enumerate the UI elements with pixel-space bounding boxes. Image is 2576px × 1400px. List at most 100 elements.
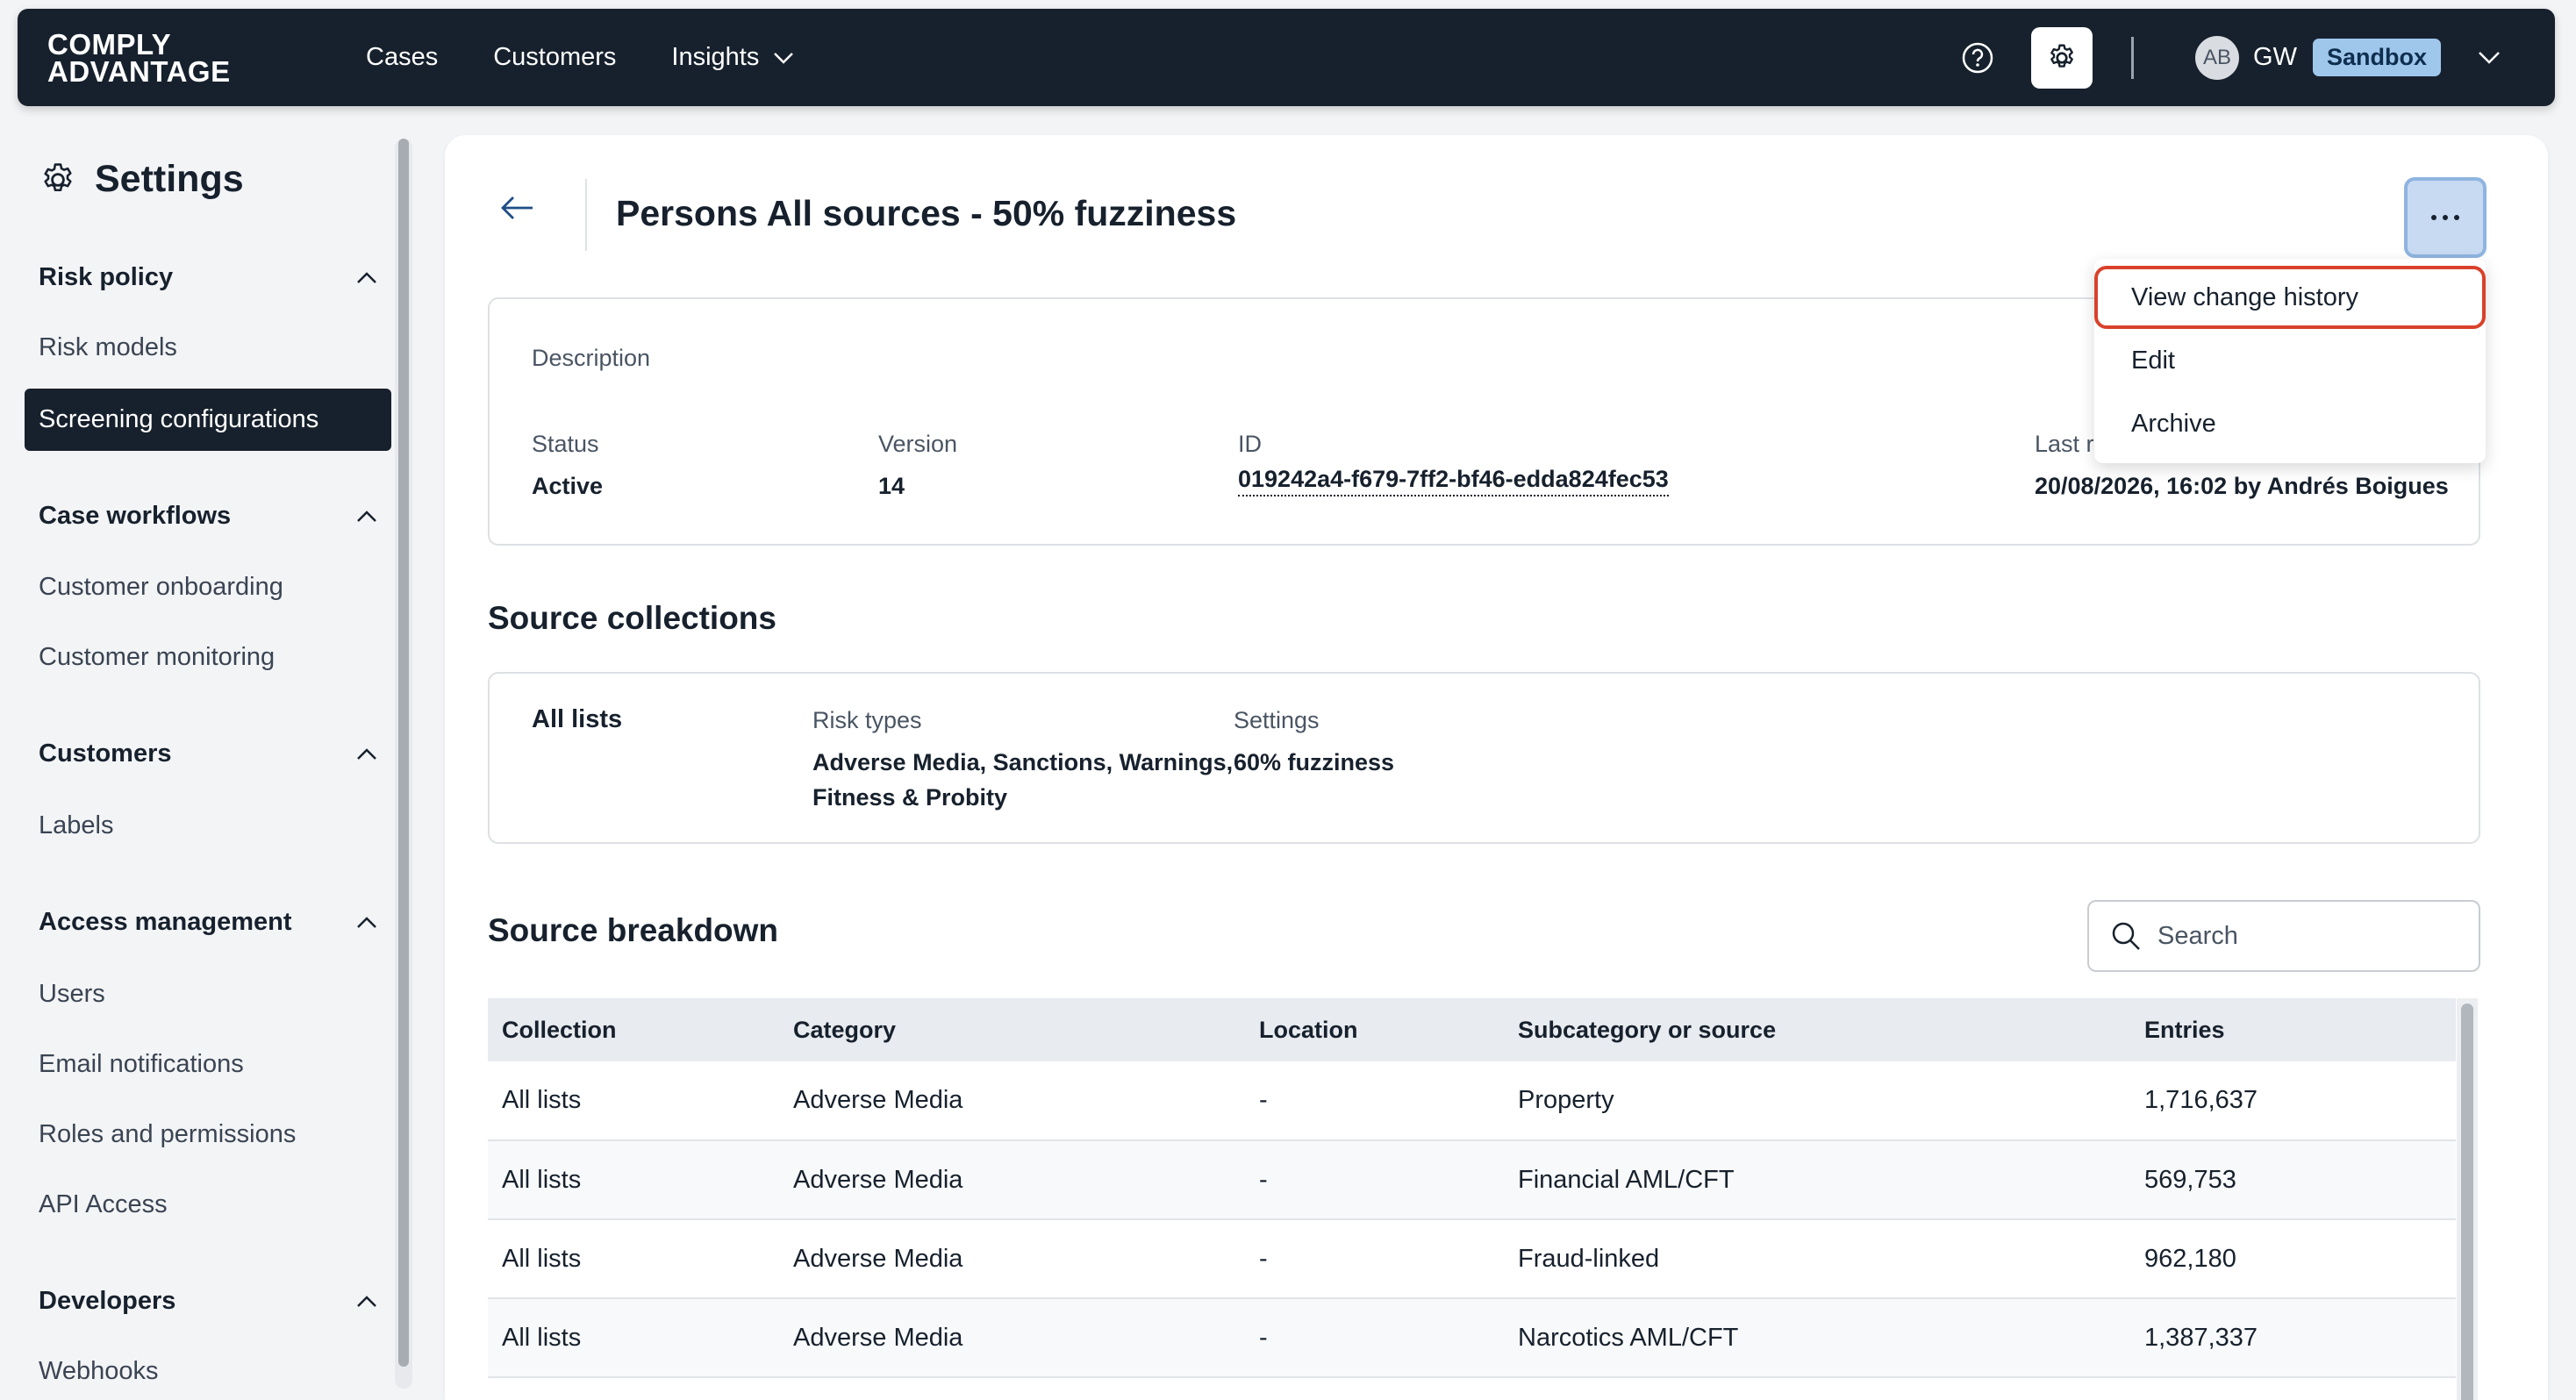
section-risk-policy[interactable]: Risk policy: [39, 263, 377, 292]
table-row[interactable]: All lists Adverse Media - Fraud-linked 9…: [488, 1219, 2456, 1299]
risk-types-value-line-1: Adverse Media, Sanctions, Warnings,: [812, 749, 1234, 775]
cell-collection: All lists: [488, 1140, 779, 1220]
source-collections-title: Source collections: [488, 600, 776, 636]
menu-item-archive[interactable]: Archive: [2094, 392, 2486, 455]
section-label: Access management: [39, 908, 292, 936]
sidebar-item-risk-models[interactable]: Risk models: [39, 333, 177, 362]
status-label: Status: [532, 431, 599, 457]
cell-category: Adverse Media: [779, 1061, 1245, 1141]
user-initials[interactable]: GW: [2253, 43, 2297, 72]
sidebar-item-roles-and-permissions[interactable]: Roles and permissions: [39, 1120, 296, 1149]
search-field[interactable]: [2087, 900, 2480, 972]
table-scrollbar-thumb[interactable]: [2461, 1004, 2473, 1400]
table-row[interactable]: All lists Adverse Media - Narcotics AML/…: [488, 1298, 2456, 1378]
comply-advantage-logo[interactable]: COMPLY ADVANTAGE: [47, 27, 311, 86]
sidebar-item-email-notifications[interactable]: Email notifications: [39, 1050, 244, 1079]
top-navigation-bar: COMPLY ADVANTAGE Cases Customers Insight…: [18, 9, 2555, 106]
settings-heading: Settings: [39, 158, 244, 201]
cell-category: Adverse Media: [779, 1140, 1245, 1220]
section-label: Risk policy: [39, 263, 174, 291]
help-icon[interactable]: [1959, 39, 1996, 76]
gear-icon: [2050, 44, 2073, 68]
sidebar-item-webhooks[interactable]: Webhooks: [39, 1357, 159, 1386]
section-label: Case workflows: [39, 502, 232, 530]
cell-location: -: [1245, 1298, 1504, 1378]
cell-category: Adverse Media: [779, 1298, 1245, 1378]
nav-link-insights-label: Insights: [671, 43, 760, 71]
column-header-collection[interactable]: Collection: [488, 998, 779, 1061]
configuration-id-link[interactable]: 019242a4-f679-7ff2-bf46-edda824fec53: [1238, 466, 1669, 496]
last-modified-label: Last r: [2035, 431, 2094, 457]
column-header-entries[interactable]: Entries: [2130, 998, 2456, 1061]
search-input[interactable]: [2157, 921, 2456, 951]
description-label: Description: [532, 345, 651, 371]
title-divider: [585, 179, 587, 251]
nav-link-customers[interactable]: Customers: [493, 43, 616, 72]
source-breakdown-table: Collection Category Location Subcategory…: [488, 998, 2456, 1378]
settings-button[interactable]: [2031, 26, 2093, 89]
more-actions-button[interactable]: [2404, 177, 2487, 258]
cell-subcategory: Property: [1504, 1061, 2130, 1141]
section-access-management[interactable]: Access management: [39, 908, 377, 937]
chevron-up-icon: [357, 510, 376, 522]
cell-collection: All lists: [488, 1298, 779, 1378]
main-content: Persons All sources - 50% fuzziness Desc…: [445, 135, 2548, 1400]
more-actions-menu: View change history Edit Archive: [2094, 259, 2486, 463]
section-developers[interactable]: Developers: [39, 1287, 377, 1316]
menu-item-edit[interactable]: Edit: [2094, 329, 2486, 392]
nav-divider: [2131, 36, 2135, 79]
avatar[interactable]: AB: [2195, 35, 2240, 80]
menu-item-view-change-history[interactable]: View change history: [2094, 266, 2486, 329]
environment-badge: Sandbox: [2312, 39, 2441, 76]
section-case-workflows[interactable]: Case workflows: [39, 502, 377, 531]
back-arrow-icon[interactable]: [499, 195, 534, 225]
sidebar-scrollbar-thumb[interactable]: [398, 139, 409, 1367]
collection-name: All lists: [532, 705, 623, 733]
logo-line-1: COMPLY: [47, 27, 172, 61]
account-menu-chevron-down-icon[interactable]: [2478, 51, 2501, 65]
settings-value: 60% fuzziness: [1234, 749, 1395, 775]
search-icon: [2112, 922, 2140, 950]
settings-title-text: Settings: [95, 158, 244, 200]
cell-entries: 962,180: [2130, 1219, 2456, 1299]
column-header-location[interactable]: Location: [1245, 998, 1504, 1061]
sidebar-item-customer-onboarding[interactable]: Customer onboarding: [39, 573, 283, 602]
column-header-subcategory[interactable]: Subcategory or source: [1504, 998, 2130, 1061]
table-header-row: Collection Category Location Subcategory…: [488, 998, 2456, 1061]
cell-entries: 1,716,637: [2130, 1061, 2456, 1141]
nav-link-cases-label: Cases: [366, 43, 439, 71]
sidebar-scrollbar[interactable]: [395, 139, 412, 1389]
sidebar-item-users[interactable]: Users: [39, 980, 105, 1009]
sidebar-item-screening-configurations[interactable]: Screening configurations: [25, 389, 391, 451]
settings-sidebar: Settings Risk policy Risk models Screeni…: [0, 132, 412, 1400]
section-label: Developers: [39, 1287, 176, 1315]
status-value: Active: [532, 473, 604, 499]
cell-category: Adverse Media: [779, 1219, 1245, 1299]
sidebar-item-labels[interactable]: Labels: [39, 811, 113, 840]
nav-link-insights[interactable]: Insights: [671, 43, 794, 72]
version-label: Version: [878, 431, 958, 457]
cell-location: -: [1245, 1140, 1504, 1220]
risk-types-value-line-2: Fitness & Probity: [812, 784, 1008, 811]
cell-entries: 569,753: [2130, 1140, 2456, 1220]
sidebar-item-api-access[interactable]: API Access: [39, 1190, 168, 1219]
column-header-category[interactable]: Category: [779, 998, 1245, 1061]
gear-icon: [39, 161, 77, 199]
cell-location: -: [1245, 1219, 1504, 1299]
nav-link-cases[interactable]: Cases: [366, 43, 438, 72]
page-title: Persons All sources - 50% fuzziness: [616, 193, 1237, 233]
sidebar-item-customer-monitoring[interactable]: Customer monitoring: [39, 643, 275, 672]
cell-subcategory: Fraud-linked: [1504, 1219, 2130, 1299]
table-row[interactable]: All lists Adverse Media - Financial AML/…: [488, 1140, 2456, 1220]
section-label: Customers: [39, 739, 172, 768]
chevron-up-icon: [357, 1295, 376, 1307]
section-customers[interactable]: Customers: [39, 739, 377, 768]
more-horizontal-icon: [2431, 215, 2459, 220]
chevron-up-icon: [357, 916, 376, 928]
table-row[interactable]: All lists Adverse Media - Property 1,716…: [488, 1061, 2456, 1141]
cell-collection: All lists: [488, 1219, 779, 1299]
cell-subcategory: Narcotics AML/CFT: [1504, 1298, 2130, 1378]
settings-label: Settings: [1234, 707, 1320, 733]
id-label: ID: [1238, 431, 1262, 457]
chevron-down-icon: [774, 52, 794, 64]
